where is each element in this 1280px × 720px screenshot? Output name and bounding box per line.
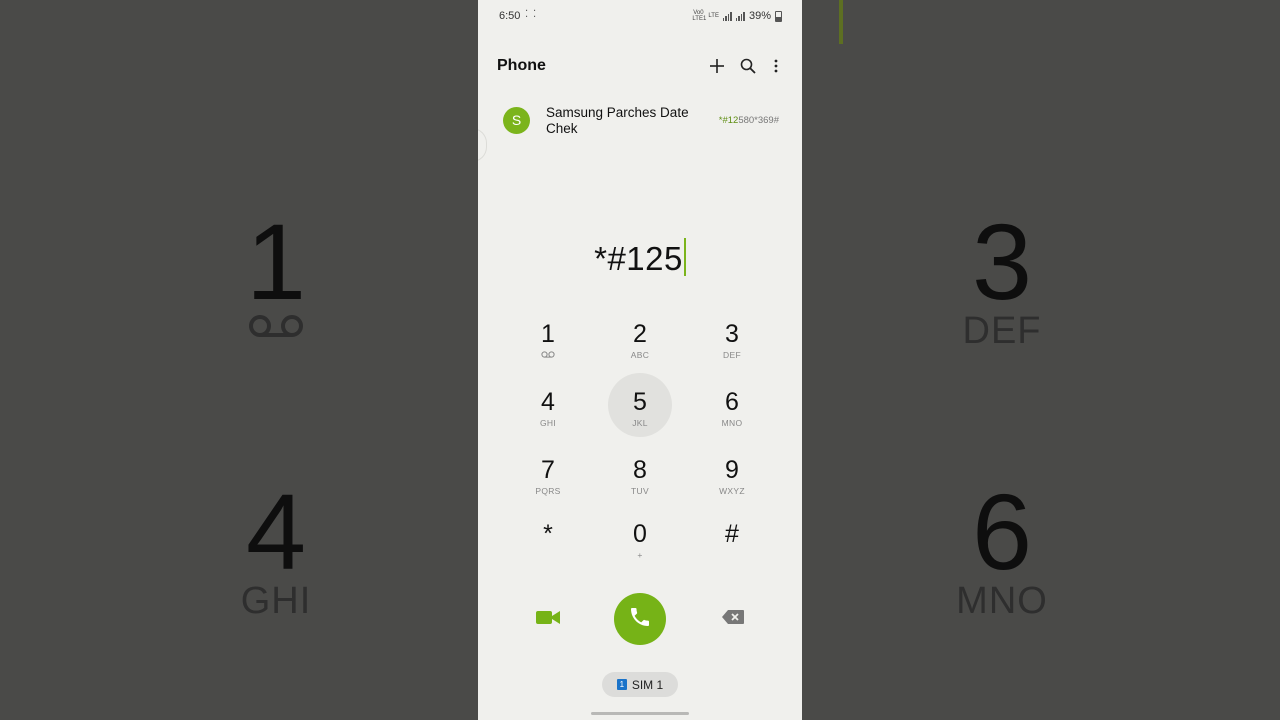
key-letters: TUV [631,486,649,496]
key-digit: 0 [633,520,647,548]
backspace-button[interactable] [718,608,748,630]
contact-number: *#12580*369# [719,115,779,126]
sim-icon: 1 [616,679,627,690]
key-6[interactable]: 6 MNO [700,373,764,437]
key-0[interactable]: 0 + [608,505,672,569]
key-letters: ABC [630,350,650,360]
key-5[interactable]: 5 JKL [608,373,672,437]
key-4[interactable]: 4 GHI [516,373,580,437]
background-digit-4: 4 [245,471,307,592]
more-options-icon[interactable] [764,54,788,78]
add-icon[interactable] [705,54,729,78]
background-voicemail-icon [246,313,306,344]
key-digit: 5 [633,388,647,416]
key-2[interactable]: 2 ABC [608,305,672,369]
background-digit-1: 1 [245,201,307,322]
text-cursor [683,238,686,276]
key-letters: MNO [721,418,743,428]
sim-label: SIM 1 [631,677,664,692]
sim-selector[interactable]: 1 SIM 1 [602,672,678,697]
contact-number-rest: 580*369# [738,115,779,126]
background-digit-3: 3 [971,201,1033,322]
search-icon[interactable] [736,54,760,78]
backspace-icon [721,609,745,630]
signal-icon [722,11,732,21]
video-call-button[interactable] [533,606,563,632]
phone-icon [628,605,652,634]
key-digit: 7 [541,456,555,484]
key-letters: WXYZ [719,486,745,496]
key-hash[interactable]: # [700,505,764,569]
key-digit: 1 [541,320,555,348]
contact-suggestion[interactable]: S Samsung Parches Date Chek *#12580*369# [492,98,788,144]
key-digit: 6 [725,388,739,416]
status-indicators: Vo0 LTE1 LTE 39% [692,10,782,22]
edge-panel-handle[interactable] [478,128,487,162]
key-digit: 9 [725,456,739,484]
key-digit: 3 [725,320,739,348]
key-letters: JKL [632,418,648,428]
background-letters-def: DEF [962,310,1042,352]
notification-icons: ⁚ ⁚ [525,9,538,20]
key-letters: GHI [539,418,556,428]
dial-input[interactable]: *#125 [478,238,802,284]
background-letters-ghi: GHI [240,580,312,622]
volte-label: Vo0 LTE1 [692,10,707,22]
key-digit: * [543,520,553,548]
key-digit: 4 [541,388,555,416]
key-letters: DEF [723,350,741,360]
lte-label: LTE [708,13,719,19]
key-digit: # [725,520,739,548]
voicemail-icon [516,350,580,360]
status-time: 6:50 [499,10,521,22]
video-call-icon [536,609,560,630]
key-1[interactable]: 1 [516,305,580,369]
key-7[interactable]: 7 PQRS [516,441,580,505]
key-digit: 2 [633,320,647,348]
contact-number-match: *#12 [718,115,739,126]
home-indicator[interactable] [591,712,689,715]
background-letters-mno: MNO [956,580,1048,622]
signal-icon-2 [735,11,745,21]
app-bar: Phone [478,50,802,82]
key-digit: 8 [633,456,647,484]
battery-icon [775,10,782,22]
call-actions [478,592,802,646]
battery-percent: 39% [748,10,771,22]
contact-name: Samsung Parches Date Chek [546,105,689,136]
key-8[interactable]: 8 TUV [608,441,672,505]
background-decoration [839,0,843,44]
status-bar: 6:50 ⁚ ⁚ Vo0 LTE1 LTE 39% [478,0,802,32]
key-letters: + [637,550,643,560]
key-9[interactable]: 9 WXYZ [700,441,764,505]
phone-screen: 6:50 ⁚ ⁚ Vo0 LTE1 LTE 39% Phone S Samsun… [478,0,802,720]
page-title: Phone [497,57,546,74]
call-button[interactable] [614,593,666,645]
key-3[interactable]: 3 DEF [700,305,764,369]
avatar: S [503,107,530,134]
dial-input-value: *#125 [594,240,683,277]
key-letters: PQRS [535,486,561,496]
background-digit-6: 6 [971,471,1033,592]
key-star[interactable]: * [516,505,580,569]
